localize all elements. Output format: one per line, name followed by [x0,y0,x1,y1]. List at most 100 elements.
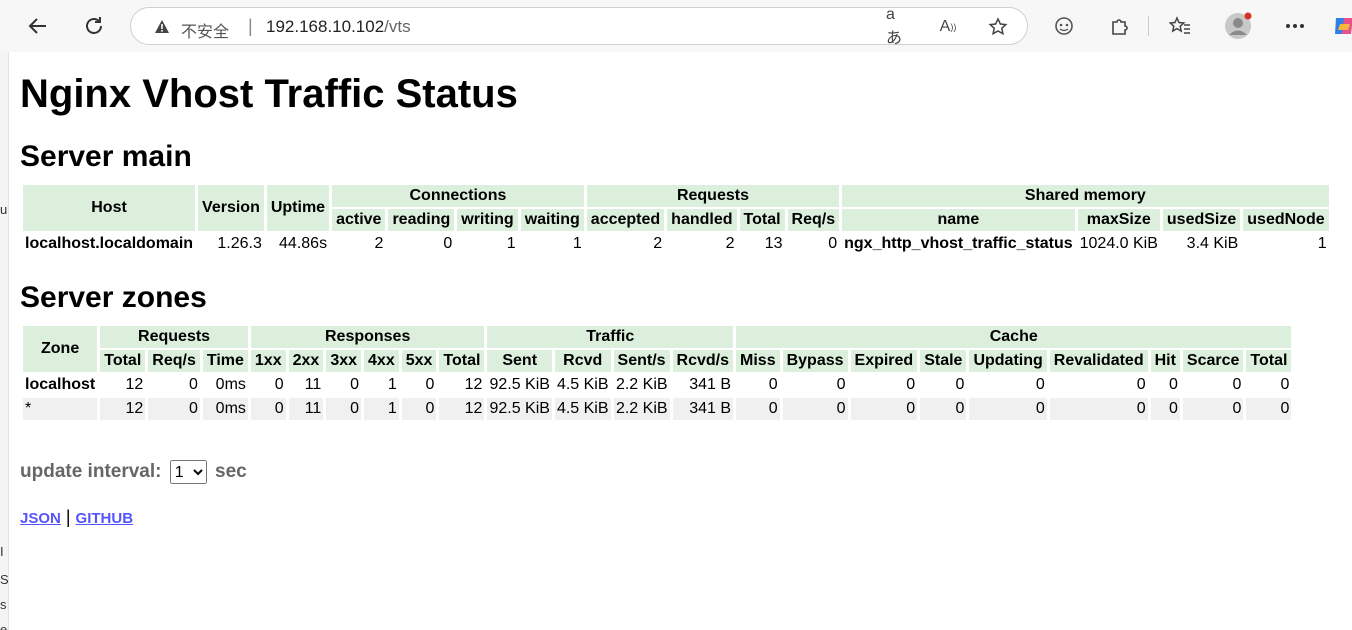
browser-toolbar: 不安全 | 192.168.10.102/vts aあ A)) [0,0,1352,52]
cell-reading: 0 [443,235,453,252]
read-aloud-icon[interactable]: A)) [937,16,959,38]
col-req-total: Total [100,350,146,372]
col-expired: Expired [850,350,918,372]
col-rcvd-s: Rcvd/s [672,350,734,372]
json-link[interactable]: JSON [20,510,61,527]
col-scarce: Scarce [1182,350,1244,372]
refresh-icon [86,17,102,34]
cell-waiting: 1 [572,235,582,252]
col-uptime: Uptime [266,185,330,231]
col-sent: Sent [487,350,552,372]
update-interval-label: update interval: [20,461,162,483]
cell-req-s: 0 [188,376,198,393]
cell-cache-total: 0 [1280,376,1290,393]
col-req-s: Req/s [148,350,200,372]
cell-hit: 0 [1150,398,1180,420]
cell-sent: 92.5 KiB [489,376,550,393]
col-hit: Hit [1150,350,1180,372]
warning-icon[interactable] [153,17,171,35]
refresh-button[interactable] [77,9,111,43]
github-link[interactable]: GITHUB [76,510,134,527]
extensions-puzzle-icon[interactable] [1105,12,1133,40]
address-separator: | [248,16,253,36]
col-used-node: usedNode [1243,209,1329,231]
cell-host: localhost.localdomain [25,235,194,252]
cell-cache-total: 0 [1246,398,1292,420]
translate-icon[interactable]: aあ [886,6,908,47]
col-cache-total: Total [1246,350,1292,372]
cell-revalidated: 0 [1049,398,1148,420]
col-writing: writing [457,209,518,231]
cell-total: 13 [764,235,783,252]
update-interval-select[interactable]: 1 [169,460,207,484]
back-button[interactable] [21,9,55,43]
col-host: Host [23,185,196,231]
col-waiting: waiting [520,209,584,231]
table-row: localhost.localdomain 1.26.3 44.86s 2 0 … [23,233,1329,255]
cell-req-s: 0 [828,235,838,252]
col-max-size: maxSize [1077,209,1160,231]
cell-2xx: 11 [304,376,322,393]
cell-1xx: 0 [274,376,284,393]
col-accepted: accepted [586,209,665,231]
more-menu-icon[interactable] [1281,12,1309,40]
group-requests: Requests [100,326,248,348]
cell-req-s: 0 [148,398,200,420]
col-resp-total: Total [439,350,485,372]
col-2xx: 2xx [288,350,324,372]
cell-bypass: 0 [836,376,846,393]
cell-sent-s: 2.2 KiB [613,398,670,420]
col-1xx: 1xx [250,350,286,372]
cell-time: 0ms [202,398,248,420]
cell-rcvd: 4.5 KiB [554,398,611,420]
server-zones-heading: Server zones [20,281,207,314]
col-used-size: usedSize [1162,209,1241,231]
profile-avatar-icon[interactable] [1224,12,1252,40]
insecure-label[interactable]: 不安全 [181,18,229,42]
cell-5xx: 0 [425,376,435,393]
col-sent-s: Sent/s [613,350,670,372]
col-version: Version [198,185,264,231]
favorites-icon[interactable] [1166,12,1194,40]
cell-miss: 0 [768,376,778,393]
cell-used-node: 1 [1317,235,1327,252]
update-interval: update interval: 1 sec [20,460,247,484]
copilot-icon[interactable] [1330,12,1352,40]
cell-4xx: 1 [387,376,397,393]
col-miss: Miss [736,350,780,372]
group-requests: Requests [586,185,840,207]
cell-updating: 0 [1035,376,1045,393]
cell-hit: 0 [1169,376,1178,393]
address-bar[interactable]: 不安全 | 192.168.10.102/vts aあ A)) [130,6,1028,47]
cell-revalidated: 0 [1136,376,1146,393]
cell-scarce: 0 [1232,376,1242,393]
group-shared-memory: Shared memory [842,185,1329,207]
cell-used-size: 3.4 KiB [1186,235,1239,252]
link-separator: | [65,507,71,527]
cell-version: 1.26.3 [217,235,262,252]
server-zones-table: Zone Requests Responses Traffic Cache To… [20,324,1294,422]
cell-uptime: 44.86s [279,235,328,252]
col-name: name [842,209,1075,231]
group-cache: Cache [736,326,1292,348]
page-viewport: Nginx Vhost Traffic Status Server main H… [8,52,1352,630]
extension-monkey-icon[interactable] [1050,12,1078,40]
col-total: Total [739,209,785,231]
col-updating: Updating [969,350,1047,372]
cell-5xx: 0 [401,398,437,420]
cell-expired: 0 [906,376,916,393]
cell-sent-s: 2.2 KiB [615,376,668,393]
col-req-s: Req/s [787,209,840,231]
update-interval-unit: sec [215,461,247,483]
table-row: localhost 12 0 0ms 0 11 0 1 0 12 92.5 Ki… [23,374,1291,396]
col-revalidated: Revalidated [1049,350,1148,372]
cell-rcvd: 4.5 KiB [556,376,609,393]
col-handled: handled [667,209,737,231]
favorite-star-icon[interactable] [987,16,1009,38]
col-zone: Zone [23,326,98,372]
col-4xx: 4xx [364,350,399,372]
back-arrow-icon [28,18,46,34]
cell-resp-total: 12 [439,398,485,420]
url-text[interactable]: 192.168.10.102/vts [266,17,411,37]
cell-3xx: 0 [350,376,360,393]
